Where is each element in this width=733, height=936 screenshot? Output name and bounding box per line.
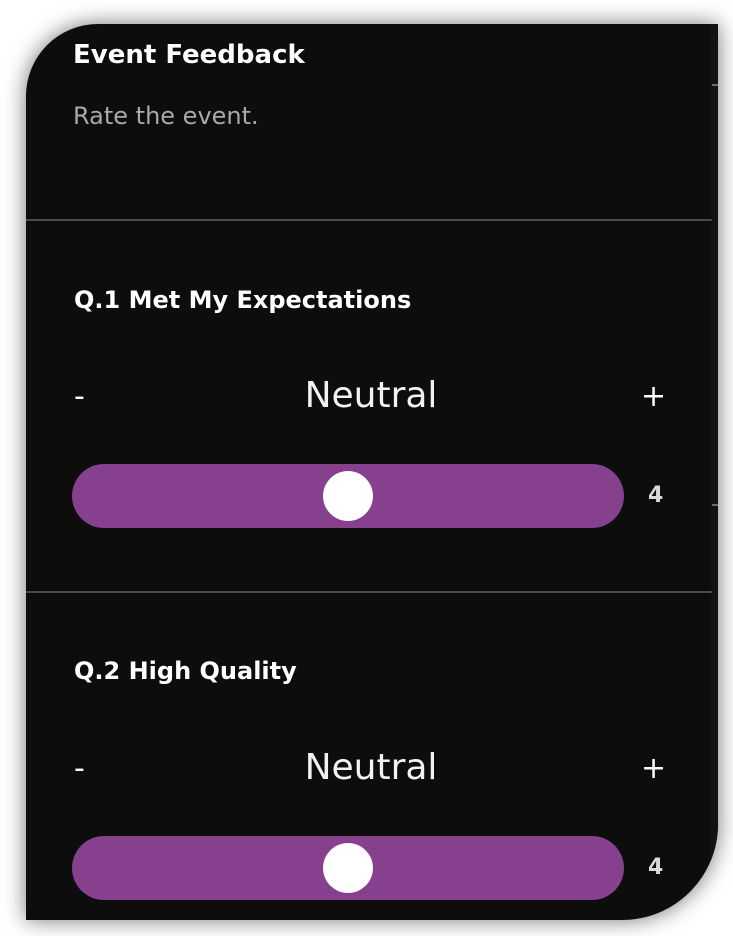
rating-slider-thumb-2[interactable] (323, 843, 373, 893)
rating-slider-1[interactable] (72, 464, 624, 528)
rating-number-1: 4 (648, 483, 664, 508)
rating-slider-thumb-1[interactable] (323, 471, 373, 521)
rating-number-2: 4 (648, 855, 664, 880)
question-title-2: Q.2 High Quality (74, 657, 297, 685)
rating-value-label-2: Neutral (304, 747, 438, 788)
question-title-1: Q.1 Met My Expectations (74, 286, 412, 314)
adjacent-panel-divider (712, 84, 718, 86)
section-divider (26, 219, 712, 221)
rating-slider-2[interactable] (72, 836, 624, 900)
page-title: Event Feedback (73, 40, 305, 70)
adjacent-panel-divider (712, 504, 718, 506)
increase-rating-button-2[interactable]: + (641, 754, 666, 784)
increase-rating-button-1[interactable]: + (641, 382, 666, 412)
event-feedback-panel: Event Feedback Rate the event. Q.1 Met M… (26, 24, 718, 920)
page-subtitle: Rate the event. (73, 102, 259, 130)
rating-value-label-1: Neutral (304, 375, 438, 416)
section-divider (26, 591, 712, 593)
